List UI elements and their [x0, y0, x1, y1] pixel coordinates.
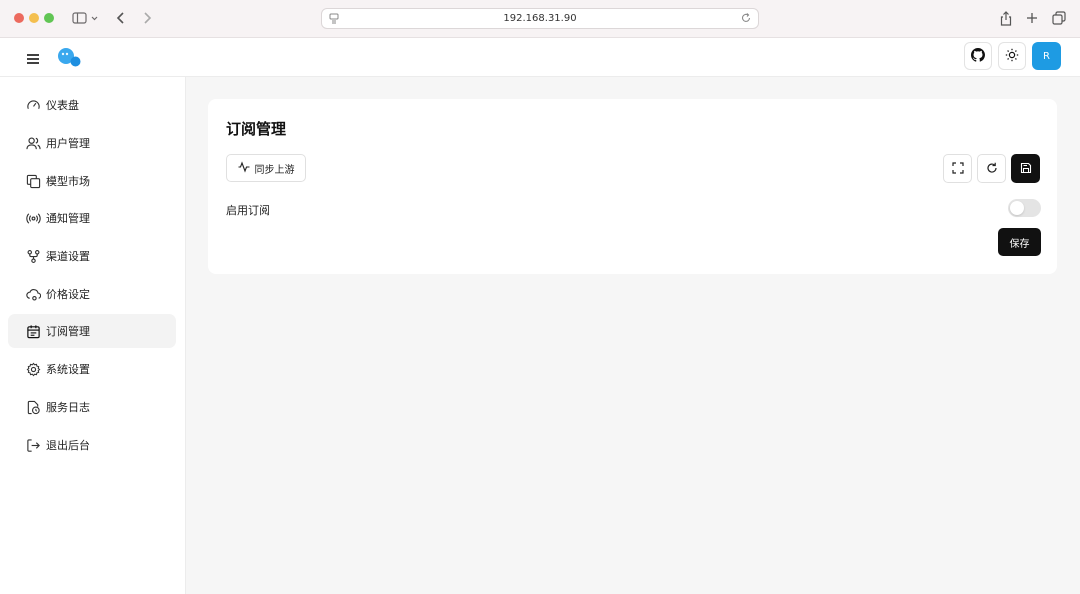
- sidebar-item-label: 系统设置: [46, 363, 90, 376]
- users-icon: [25, 135, 41, 151]
- forward-icon[interactable]: [140, 9, 154, 27]
- gear-icon: [25, 361, 41, 377]
- enable-subscription-toggle[interactable]: [1008, 199, 1041, 217]
- reload-icon[interactable]: [740, 12, 752, 27]
- url-text: 192.168.31.90: [503, 13, 577, 24]
- back-icon[interactable]: [114, 9, 128, 27]
- sync-upstream-label: 同步上游: [254, 164, 295, 176]
- sidebar-item-pricing[interactable]: 价格设定: [8, 277, 176, 311]
- file-clock-icon: [25, 399, 41, 415]
- save-icon-button[interactable]: [1011, 154, 1040, 183]
- minimize-window-button[interactable]: [29, 13, 39, 23]
- github-button[interactable]: [964, 42, 992, 70]
- github-icon: [971, 47, 985, 66]
- calendar-icon: [25, 323, 41, 339]
- address-bar[interactable]: 192.168.31.90: [321, 8, 759, 29]
- close-window-button[interactable]: [14, 13, 24, 23]
- sync-upstream-button[interactable]: 同步上游: [226, 154, 306, 182]
- sidebar-item-channels[interactable]: 渠道设置: [8, 239, 176, 273]
- tab-overview-icon[interactable]: [1051, 9, 1067, 27]
- fullscreen-icon: [951, 159, 964, 178]
- sun-icon: [1005, 47, 1019, 66]
- theme-toggle-button[interactable]: [998, 42, 1026, 70]
- subscription-card: 订阅管理 同步上游 启用订阅 保存: [208, 99, 1057, 274]
- main-content: 订阅管理 同步上游 启用订阅 保存: [186, 77, 1080, 594]
- page-menu-icon[interactable]: [328, 12, 340, 27]
- enable-subscription-label: 启用订阅: [226, 204, 270, 217]
- page-title: 订阅管理: [226, 120, 287, 138]
- sidebar-item-label: 模型市场: [46, 175, 90, 188]
- copy-icon: [25, 173, 41, 189]
- sidebar-item-model-market[interactable]: 模型市场: [8, 164, 176, 198]
- refresh-button[interactable]: [977, 154, 1006, 183]
- menu-icon[interactable]: [26, 50, 40, 69]
- app-logo[interactable]: [57, 47, 83, 73]
- logout-icon: [25, 437, 41, 453]
- zoom-window-button[interactable]: [44, 13, 54, 23]
- sidebar-item-label: 价格设定: [46, 288, 90, 301]
- sidebar-item-service-logs[interactable]: 服务日志: [8, 390, 176, 424]
- sidebar-item-label: 用户管理: [46, 137, 90, 150]
- sidebar-item-logout[interactable]: 退出后台: [8, 428, 176, 462]
- sidebar-item-subscriptions[interactable]: 订阅管理: [8, 314, 176, 348]
- toggle-knob: [1010, 201, 1024, 215]
- cloud-cog-icon: [25, 286, 41, 302]
- sidebar: 仪表盘 用户管理 模型市场 通知管理 渠道设置 价格设定 订阅管理 系统设置 服…: [0, 77, 186, 594]
- sidebar-item-dashboard[interactable]: 仪表盘: [8, 88, 176, 122]
- sidebar-item-settings[interactable]: 系统设置: [8, 352, 176, 386]
- git-fork-icon: [25, 248, 41, 264]
- user-avatar[interactable]: R: [1032, 42, 1061, 70]
- save-button[interactable]: 保存: [998, 228, 1041, 256]
- refresh-icon: [986, 159, 998, 178]
- sidebar-item-label: 订阅管理: [46, 325, 90, 338]
- fullscreen-button[interactable]: [943, 154, 972, 183]
- sidebar-toggle-icon[interactable]: [70, 9, 100, 27]
- app-header: R: [0, 38, 1080, 77]
- sidebar-item-label: 退出后台: [46, 439, 90, 452]
- sidebar-item-label: 通知管理: [46, 212, 90, 225]
- browser-toolbar: 192.168.31.90: [0, 0, 1080, 38]
- new-tab-icon[interactable]: [1024, 9, 1040, 27]
- gauge-icon: [25, 97, 41, 113]
- sidebar-item-label: 服务日志: [46, 401, 90, 414]
- sidebar-item-notifications[interactable]: 通知管理: [8, 201, 176, 235]
- sidebar-item-label: 仪表盘: [46, 99, 79, 112]
- broadcast-icon: [25, 210, 41, 226]
- activity-icon: [238, 160, 255, 176]
- floppy-disk-icon: [1020, 159, 1032, 178]
- sidebar-item-label: 渠道设置: [46, 250, 90, 263]
- share-icon[interactable]: [998, 9, 1014, 27]
- sidebar-item-users[interactable]: 用户管理: [8, 126, 176, 160]
